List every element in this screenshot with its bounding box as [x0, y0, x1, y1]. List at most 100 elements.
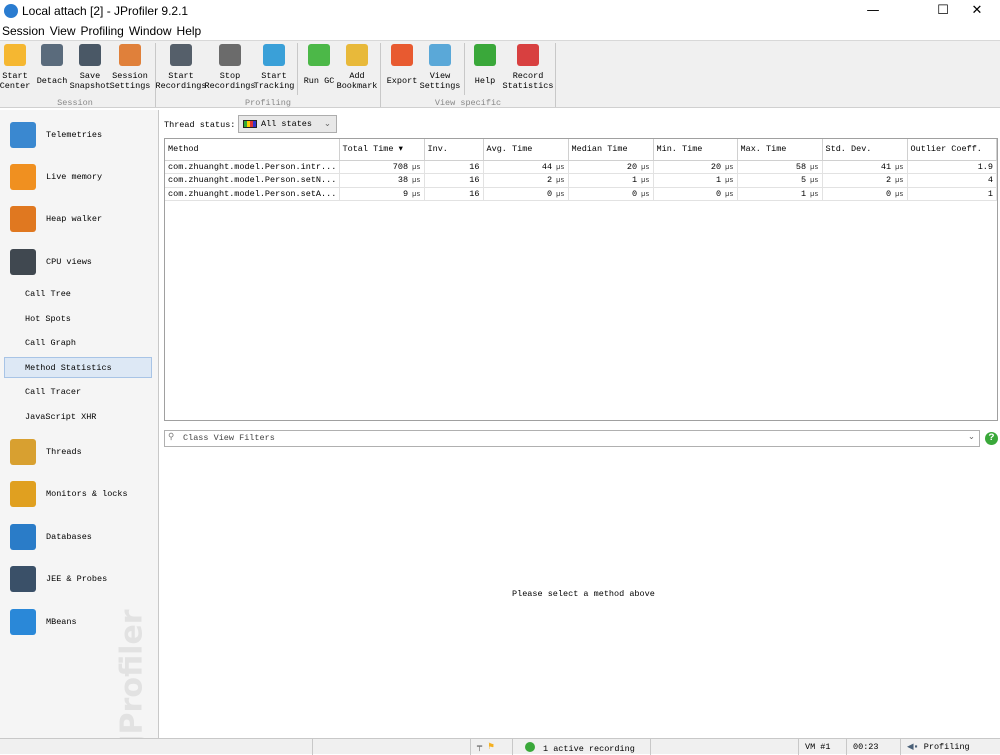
sidebar-item-label: JEE & Probes [46, 574, 108, 584]
unit-label: µs [412, 177, 421, 186]
search-icon: ⚲ [168, 432, 175, 442]
record-statistics-button[interactable]: Record Statistics [502, 44, 554, 92]
sidebar-item-call-tree[interactable]: Call Tree [25, 289, 71, 299]
sidebar-item-threads[interactable]: Threads [10, 437, 82, 467]
help-icon[interactable]: ? [985, 432, 998, 445]
profiling-status: ◀▪ Profiling [900, 739, 1000, 755]
elapsed-time: 00:23 [846, 739, 900, 755]
unit-label: µs [641, 190, 650, 199]
table-row[interactable]: com.zhuanght.model.Person.intr... 708 µs 16… [165, 160, 997, 174]
sidebar-item-call-graph[interactable]: Call Graph [25, 338, 76, 348]
sidebar-item-method-statistics[interactable]: Method Statistics [25, 363, 112, 373]
close-button[interactable]: ✕ [954, 0, 1000, 22]
table-cell: 16 [424, 187, 484, 201]
method-statistics-table: Method Total Time ▾ Inv. Avg. Time Median Ti… [164, 138, 998, 421]
cell-value: com.zhuanght.model.Person.intr... [168, 161, 337, 172]
cell-value: 0 [885, 188, 892, 199]
column-header[interactable]: Std. Dev. [822, 139, 908, 161]
menu-session[interactable]: Session [0, 22, 48, 38]
unit-label: µs [412, 190, 421, 199]
title-bar: Local attach [2] - JProfiler 9.2.1 — ☐ ✕ [0, 0, 1000, 22]
column-header[interactable]: Method [165, 139, 340, 161]
cell-value: 16 [469, 175, 480, 186]
sidebar-item-call-tracer[interactable]: Call Tracer [25, 387, 81, 397]
toolbar-separator [464, 43, 465, 95]
column-header[interactable]: Inv. [424, 139, 484, 161]
vm-label: VM #1 [798, 739, 846, 755]
sidebar-item-telemetries[interactable]: Telemetries [10, 120, 102, 150]
button-label: Record Statistics [502, 71, 554, 91]
table-cell: com.zhuanght.model.Person.setN... [165, 173, 340, 188]
sidebar-item-mbeans[interactable]: MBeans [10, 607, 77, 637]
heap-walker-icon [10, 206, 36, 232]
flag-icon[interactable]: ⚑ [487, 742, 495, 752]
unit-label: µs [725, 177, 734, 186]
sidebar-item-cpu-views[interactable]: CPU views [10, 247, 92, 277]
column-header[interactable]: Median Time [568, 139, 654, 161]
menu-profiling[interactable]: Profiling [79, 22, 127, 38]
minimize-button[interactable]: — [850, 0, 896, 22]
unit-label: µs [412, 163, 421, 172]
table-cell: com.zhuanght.model.Person.intr... [165, 160, 340, 174]
table-cell: 41 µs [822, 160, 908, 174]
start-tracking-button[interactable]: Start Tracking [252, 44, 296, 92]
column-header[interactable]: Min. Time [653, 139, 738, 161]
table-cell: 20 µs [568, 160, 654, 174]
sidebar-item-javascript-xhr[interactable]: JavaScript XHR [25, 412, 96, 422]
cell-value: 708 [392, 161, 409, 172]
sidebar-item-databases[interactable]: Databases [10, 522, 92, 552]
table-cell: 5 µs [737, 173, 823, 188]
jprofiler-watermark: JProfiler [114, 609, 150, 746]
column-header[interactable]: Outlier Coeff. [907, 139, 997, 161]
button-label: View Settings [419, 71, 461, 91]
sidebar-item-label: Threads [46, 447, 82, 457]
column-header[interactable]: Total Time ▾ [339, 139, 425, 161]
pin-icon[interactable]: ┯ [477, 742, 482, 752]
menu-window[interactable]: Window [127, 22, 175, 38]
recycle-icon [308, 44, 330, 66]
table-cell: 44 µs [483, 160, 569, 174]
chevron-down-icon[interactable]: ⌄ [968, 432, 975, 442]
cell-value: 0 [546, 188, 553, 199]
start-recordings-button[interactable]: Start Recordings [156, 44, 207, 92]
button-label: Session Settings [109, 71, 151, 91]
sidebar-item-hot-spots[interactable]: Hot Spots [25, 314, 71, 324]
column-header[interactable]: Avg. Time [483, 139, 569, 161]
help-button[interactable]: Help [463, 44, 507, 92]
film-reel-play-icon [170, 44, 192, 66]
cell-value: 1 [715, 175, 722, 186]
unit-label: µs [556, 177, 565, 186]
menu-view[interactable]: View [48, 22, 79, 38]
stop-recordings-button[interactable]: Stop Recordings [205, 44, 256, 92]
session-settings-button[interactable]: Session Settings [108, 44, 152, 92]
sidebar-item-heap-walker[interactable]: Heap walker [10, 204, 102, 234]
table-cell: 20 µs [653, 160, 738, 174]
table-cell: 1 µs [653, 173, 738, 188]
button-label: Start Tracking [253, 71, 295, 91]
table-cell: 2 µs [822, 173, 908, 188]
menu-help[interactable]: Help [175, 22, 205, 38]
clipboard-edit-icon [119, 44, 141, 66]
column-header[interactable]: Max. Time [737, 139, 823, 161]
class-view-filter-input[interactable]: ⚲ Class View Filters ⌄ [164, 430, 980, 447]
thread-status-dropdown[interactable]: All states ⌄ [238, 115, 337, 133]
cell-value: 2 [546, 175, 553, 186]
table-cell: 0 µs [822, 187, 908, 201]
unit-label: µs [895, 177, 904, 186]
cpu-icon [10, 249, 36, 275]
sidebar-item-jee-probes[interactable]: JEE & Probes [10, 564, 107, 594]
toolbar-group-label: Profiling [245, 98, 291, 108]
table-row[interactable]: com.zhuanght.model.Person.setN... 38 µs 16 2… [165, 173, 997, 188]
table-cell: 16 [424, 173, 484, 188]
sidebar-item-monitors-locks[interactable]: Monitors & locks [10, 479, 128, 509]
empty-message: Please select a method above [512, 589, 655, 599]
sidebar-item-live-memory[interactable]: Live memory [10, 162, 102, 192]
sidebar-item-label: Databases [46, 532, 92, 542]
add-bookmark-button[interactable]: Add Bookmark [335, 44, 379, 92]
status-blank [312, 739, 470, 755]
view-settings-button[interactable]: View Settings [418, 44, 462, 92]
plug-icon: ◀▪ [907, 742, 919, 752]
sidebar-item-label: CPU views [46, 257, 92, 267]
save-snapshot-button[interactable]: Save Snapshot [68, 44, 112, 92]
table-row[interactable]: com.zhuanght.model.Person.setA... 9 µs 16 0 µ… [165, 187, 997, 201]
